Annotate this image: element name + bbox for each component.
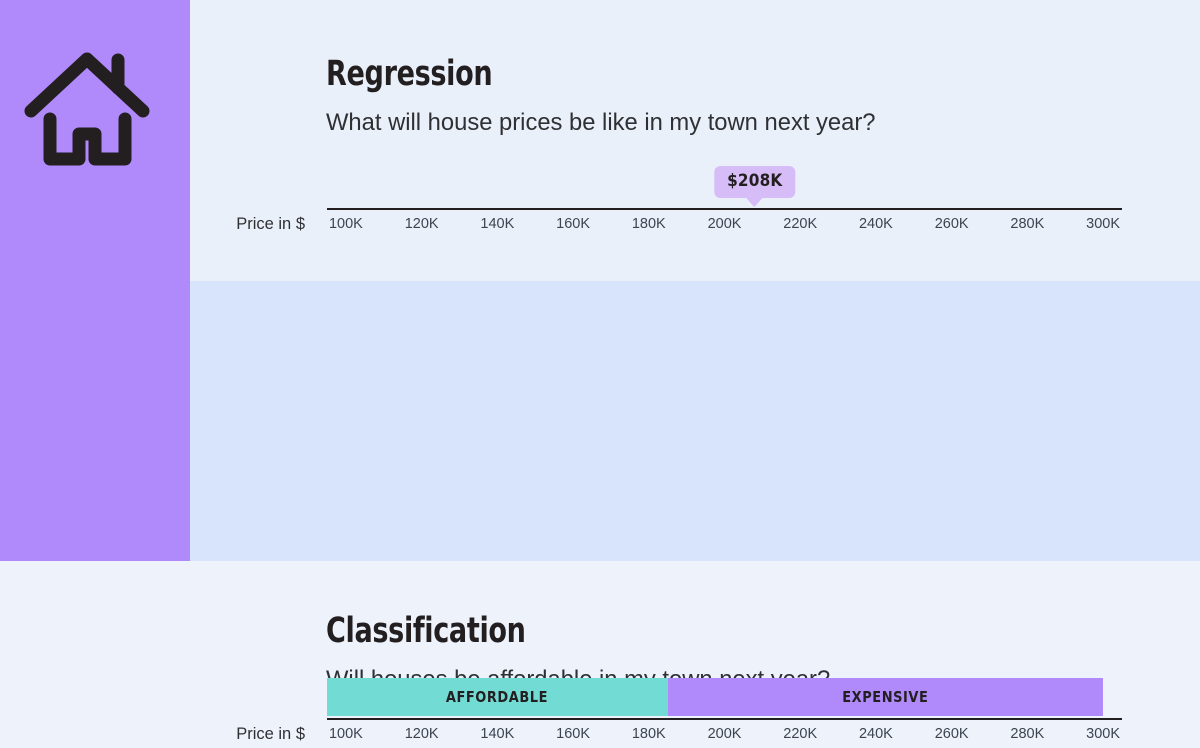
axis-tick-label: 220K	[783, 216, 818, 232]
regression-axis-line	[327, 208, 1122, 210]
axis-tick-label: 260K	[934, 216, 969, 232]
regression-axis-caption: Price in $	[236, 215, 305, 233]
price-tag-pointer-icon	[745, 197, 764, 207]
axis-tick-label: 120K	[404, 726, 439, 742]
axis-tick-label: 200K	[707, 216, 742, 232]
axis-tick-label: 240K	[858, 726, 893, 742]
axis-tick-label: 280K	[1010, 726, 1045, 742]
axis-tick-label: 200K	[707, 726, 742, 742]
price-prediction-label: $208K	[714, 166, 796, 198]
regression-panel: Regression What will house prices be lik…	[190, 0, 1200, 281]
axis-tick-label: 100K	[328, 726, 363, 742]
classification-band-label: AFFORDABLE	[446, 688, 549, 706]
classification-panel: Classification Will houses be affordable…	[190, 281, 1200, 743]
classification-axis-ticks: 100K 120K 140K 160K 180K 200K 220K 240K 260K 280K…	[327, 726, 1122, 748]
axis-tick-label: 160K	[556, 726, 590, 742]
axis-tick-label: 300K	[1086, 216, 1120, 232]
regression-subtitle: What will house prices be like in my tow…	[326, 109, 876, 136]
classification-band: AFFORDABLE	[327, 678, 668, 716]
classification-bands: AFFORDABLE EXPENSIVE	[327, 678, 1122, 716]
sidebar	[0, 0, 190, 561]
axis-tick-label: 160K	[556, 216, 590, 232]
axis-tick-label: 300K	[1086, 726, 1120, 742]
axis-tick-label: 240K	[858, 216, 893, 232]
axis-tick-label: 180K	[631, 216, 666, 232]
regression-axis-ticks: 100K 120K 140K 160K 180K 200K 220K 240K 260K 280K…	[327, 216, 1122, 238]
house-icon	[22, 48, 168, 178]
infographic-page: Regression What will house prices be lik…	[0, 0, 1200, 743]
axis-tick-label: 100K	[328, 216, 363, 232]
axis-tick-label: 140K	[480, 216, 515, 232]
axis-tick-label: 260K	[934, 726, 969, 742]
axis-tick-label: 120K	[404, 216, 439, 232]
classification-axis-caption: Price in $	[236, 725, 305, 743]
classification-band-label: EXPENSIVE	[842, 688, 929, 706]
axis-tick-label: 280K	[1010, 216, 1045, 232]
classification-axis-line	[327, 718, 1122, 720]
regression-title: Regression	[326, 54, 493, 94]
axis-tick-label: 140K	[480, 726, 515, 742]
price-prediction-tag: $208K	[714, 166, 796, 207]
classification-title: Classification	[326, 611, 526, 651]
classification-band: EXPENSIVE	[667, 678, 1104, 716]
axis-tick-label: 180K	[631, 726, 666, 742]
axis-tick-label: 220K	[783, 726, 818, 742]
